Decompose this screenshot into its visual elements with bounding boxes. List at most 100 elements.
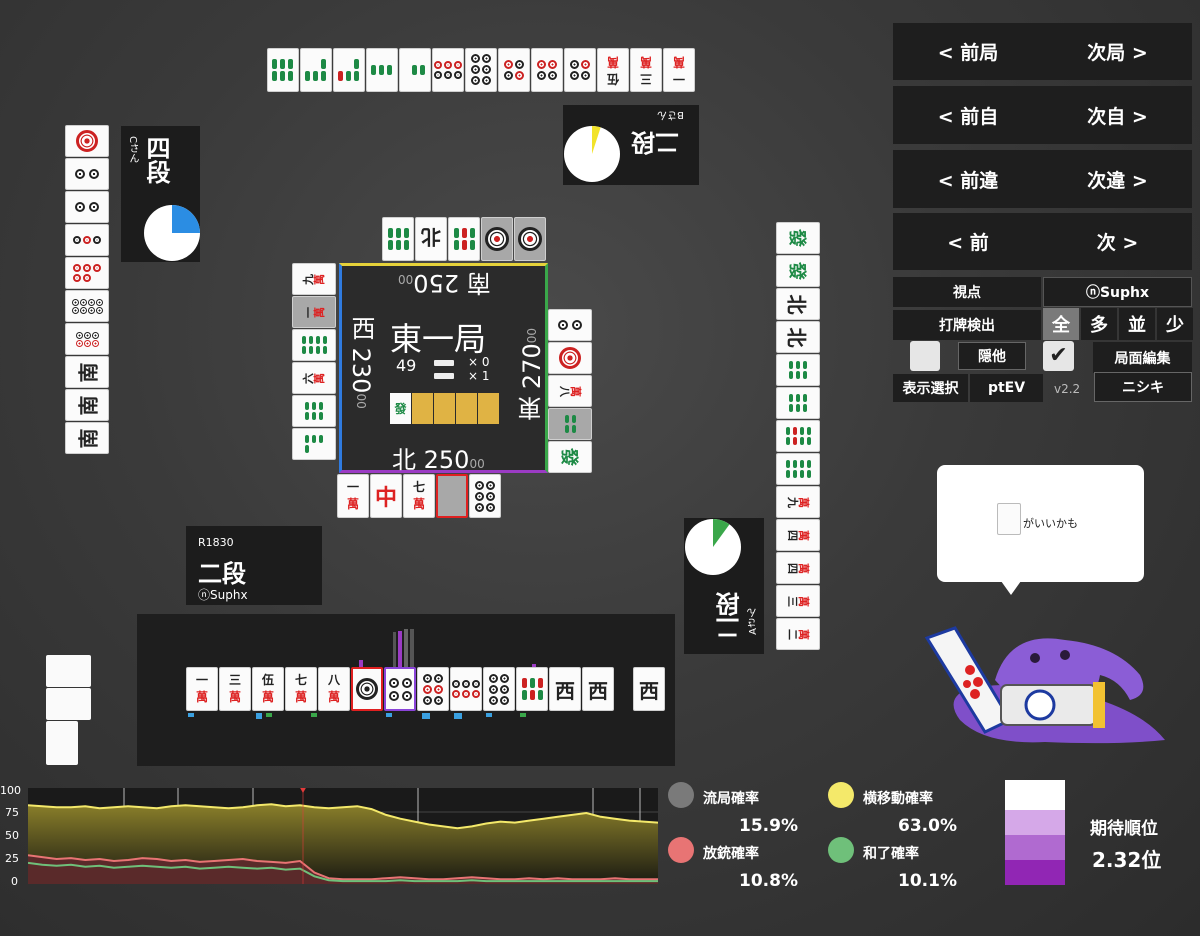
tile: 一萬 <box>337 474 369 518</box>
right-discard-column: 發 發 北 北 九萬 四萬 四萬 三萬 二萬 <box>776 222 822 654</box>
nickname-field[interactable]: ニシキ <box>1094 372 1192 402</box>
west-discard-column: 九萬 一萬 六萬 <box>292 263 338 463</box>
hand-tile[interactable] <box>450 667 482 711</box>
hand-tile[interactable] <box>384 667 416 711</box>
display-select-label: 表示選択 <box>893 374 968 402</box>
tile <box>300 48 332 92</box>
tile <box>292 395 336 427</box>
honba-count: × 0 <box>468 355 490 369</box>
edit-checkbox[interactable]: ✔ <box>1043 341 1074 371</box>
tile <box>776 453 820 485</box>
y-tick-50: 50 <box>5 829 19 842</box>
y-tick-100: 100 <box>0 784 21 797</box>
prev-diff-button[interactable]: < 前違 <box>893 150 1043 208</box>
detect-option-normal[interactable]: 並 <box>1119 308 1155 340</box>
self-discard-row: 一萬 中 七萬 <box>337 474 507 520</box>
tile: 北 <box>776 288 820 320</box>
tile <box>333 48 365 92</box>
y-tick-25: 25 <box>5 852 19 865</box>
tile <box>548 408 592 440</box>
hand-tile[interactable]: 三萬 <box>219 667 251 711</box>
hand-tile[interactable]: 西 <box>549 667 581 711</box>
tile: 發 <box>390 393 411 424</box>
ev-bar <box>398 631 402 668</box>
next-round-button[interactable]: 次局 > <box>1043 23 1192 80</box>
hand-tile[interactable]: 一萬 <box>186 667 218 711</box>
hand-tile[interactable] <box>516 667 548 711</box>
hand-tile[interactable] <box>417 667 449 711</box>
next-diff-button[interactable]: 次違 > <box>1043 150 1192 208</box>
riichi-count: × 1 <box>468 369 490 383</box>
tile: 南 <box>65 422 109 454</box>
hand-row: 一萬 三萬 伍萬 七萬 八萬 西 西 西 <box>186 667 670 713</box>
tile <box>776 387 820 419</box>
advice-bubble: がいいかも <box>937 465 1144 595</box>
tile: 四萬 <box>776 519 820 551</box>
hora-label: 和了確率 <box>863 846 919 862</box>
tile <box>548 309 592 341</box>
prev-self-button[interactable]: < 前自 <box>893 86 1043 144</box>
suggested-tile <box>997 503 1021 535</box>
tile: 九萬 <box>292 263 336 295</box>
dora-indicator-row: 北 <box>382 217 550 263</box>
display-select[interactable]: ptEV <box>970 374 1043 402</box>
tile: 七萬 <box>403 474 435 518</box>
tile: 發 <box>548 441 592 473</box>
hand-tile[interactable]: 七萬 <box>285 667 317 711</box>
tile <box>465 48 497 92</box>
viewpoint-label: 視点 <box>893 277 1041 307</box>
edit-position-button[interactable]: 局面編集 <box>1093 342 1192 373</box>
tile: 二萬 <box>776 618 820 650</box>
viewpoint-select[interactable]: ⓝSuphx <box>1043 277 1192 307</box>
tile: 南 <box>65 389 109 421</box>
tile <box>292 329 336 361</box>
hide-others-label[interactable]: 隠他 <box>958 342 1026 370</box>
tile <box>481 217 513 261</box>
hand-tile[interactable] <box>483 667 515 711</box>
next-self-button[interactable]: 次自 > <box>1043 86 1192 144</box>
left-player-rank: 四段 <box>142 136 170 184</box>
expected-rank-label: 期待順位 <box>1090 819 1158 839</box>
tile: 中 <box>370 474 402 518</box>
tile <box>548 342 592 374</box>
right-player-box: 二段 Aさん <box>684 518 764 654</box>
tile <box>65 290 109 322</box>
ryukyoku-value: 15.9% <box>739 816 798 836</box>
ryukyoku-label: 流局確率 <box>703 791 759 807</box>
ev-bar <box>404 629 408 668</box>
ryukyoku-color-icon <box>668 782 694 808</box>
south-score: 南 25000 <box>398 269 491 297</box>
center-panel: 南 25000 西 23000 東一局 49 × 0 × 1 發 東 27000… <box>339 263 548 474</box>
left-discard-column: 南 南 南 <box>65 125 111 459</box>
drawn-tile[interactable]: 西 <box>633 667 665 711</box>
hand-tile[interactable]: 西 <box>582 667 614 711</box>
tile: 北 <box>776 321 820 353</box>
tile: 八萬 <box>548 375 592 407</box>
tile <box>399 48 431 92</box>
tile: 發 <box>776 222 820 254</box>
prev-round-button[interactable]: < 前局 <box>893 23 1043 80</box>
tile <box>564 48 596 92</box>
probability-chart[interactable] <box>28 788 658 884</box>
expected-rank-value: 2.32位 <box>1092 848 1162 872</box>
hand-tile[interactable]: 八萬 <box>318 667 350 711</box>
hand-tile[interactable]: 伍萬 <box>252 667 284 711</box>
next-button[interactable]: 次 > <box>1043 213 1192 270</box>
hand-hint-marks <box>186 713 670 721</box>
y-tick-0: 0 <box>11 875 18 888</box>
wall-tile <box>434 393 455 424</box>
hand-tile[interactable] <box>351 667 383 711</box>
tile: 三萬 <box>630 48 662 92</box>
tile: 一萬 <box>292 296 336 328</box>
prev-button[interactable]: < 前 <box>893 213 1043 270</box>
round-name: 東一局 <box>390 320 487 358</box>
right-player-pie <box>685 519 741 575</box>
detect-option-all[interactable]: 全 <box>1043 308 1079 340</box>
detect-option-few[interactable]: 少 <box>1157 308 1193 340</box>
detect-option-many[interactable]: 多 <box>1081 308 1117 340</box>
top-discard-row: 伍萬 三萬 一萬 <box>267 48 699 94</box>
houju-value: 10.8% <box>739 871 798 891</box>
top-player-box: 二段 Bさん <box>563 105 699 185</box>
east-score: 東 27000 <box>518 328 546 421</box>
hide-others-checkbox[interactable] <box>910 341 940 371</box>
